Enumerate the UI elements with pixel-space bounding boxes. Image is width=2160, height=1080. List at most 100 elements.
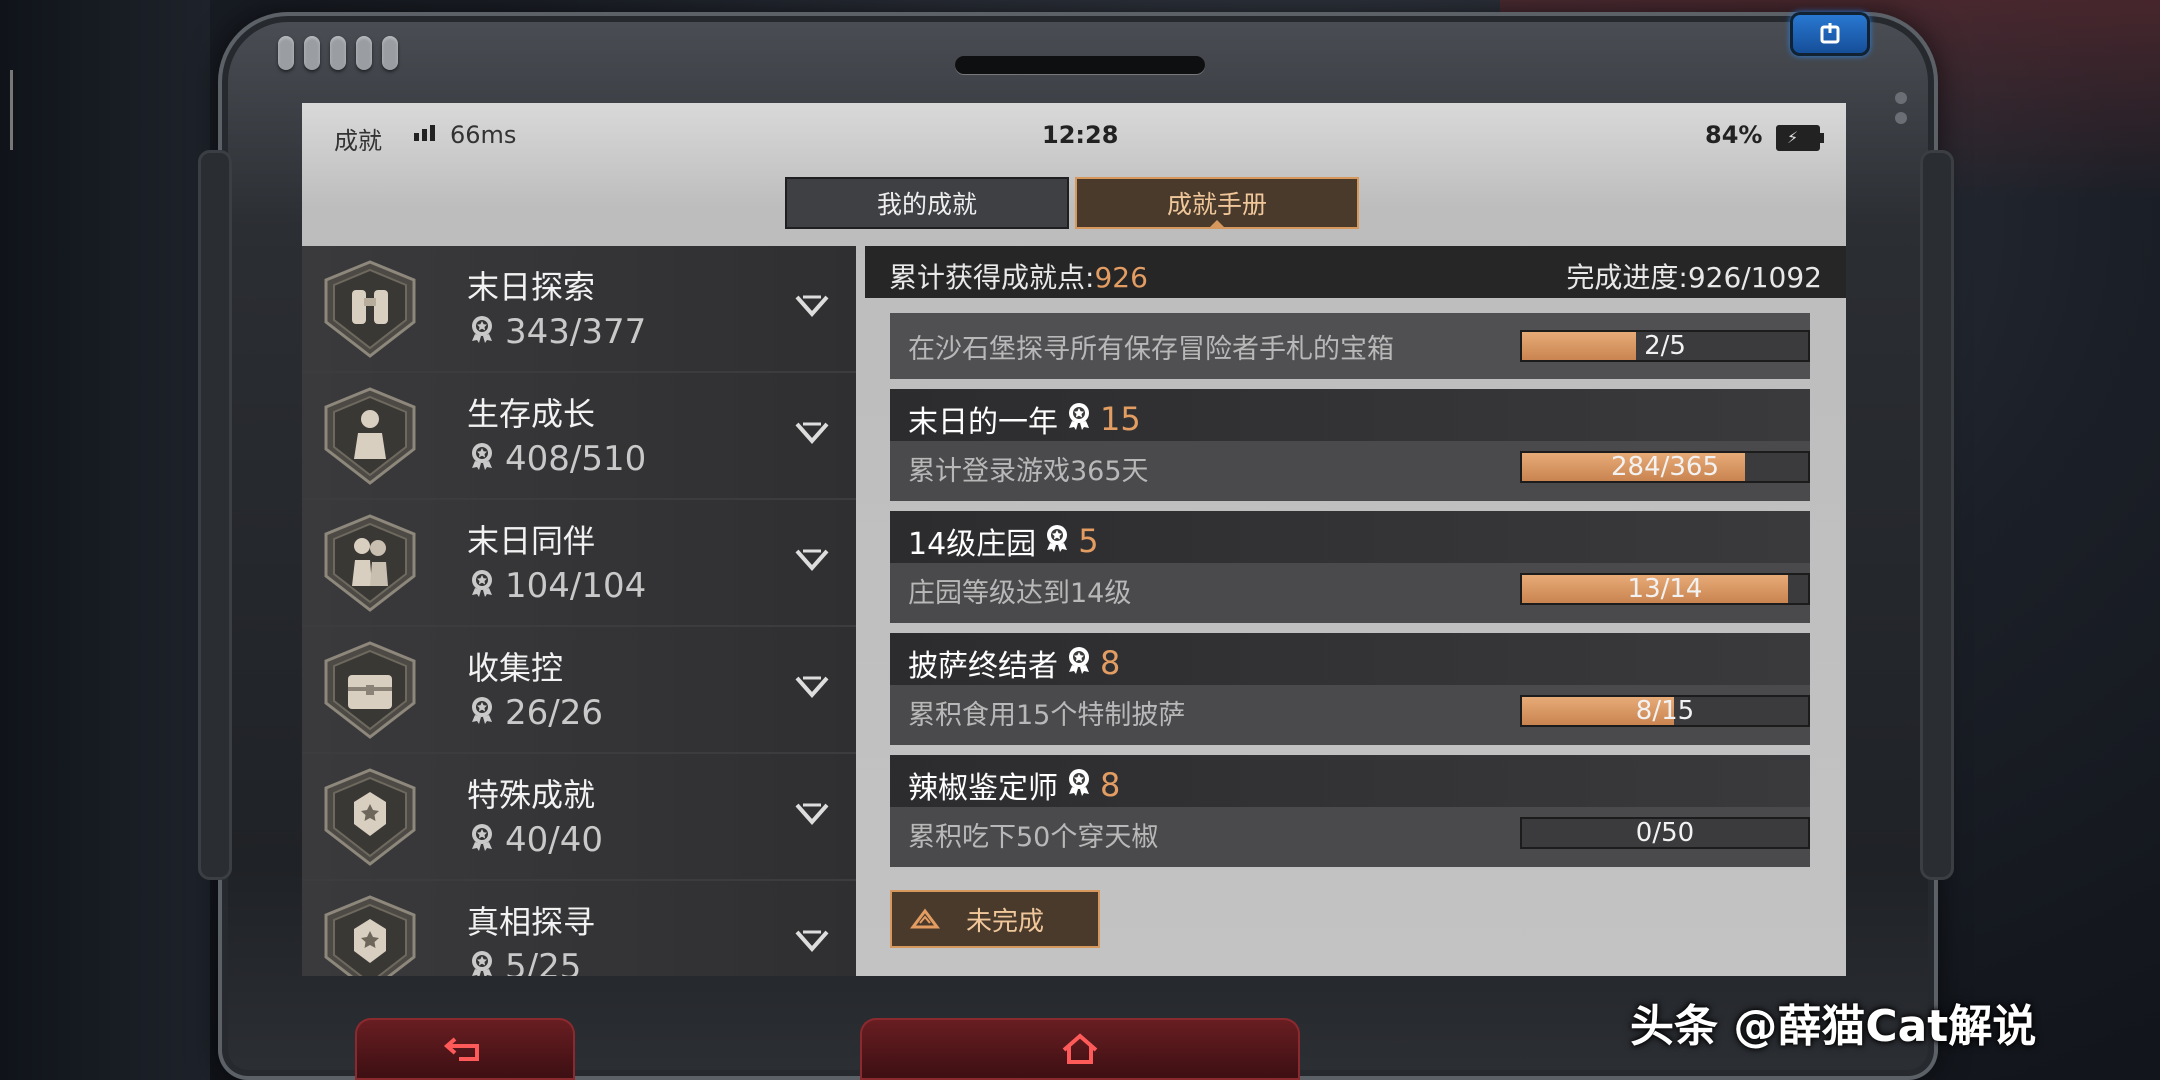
points-label: 累计获得成就点: bbox=[889, 261, 1095, 294]
achievement-title: 末日的一年 bbox=[908, 405, 1058, 440]
achievement-card: 辣椒鉴定师 8 累积吃下50个穿天椒 0/50 bbox=[890, 755, 1810, 867]
achievement-desc: 累计登录游戏365天 bbox=[908, 456, 1149, 487]
power-button[interactable] bbox=[1790, 12, 1870, 56]
category-item[interactable]: 真相探寻 5/25 bbox=[302, 881, 856, 976]
medal-icon bbox=[467, 439, 497, 479]
progress-bar: 0/50 bbox=[1520, 817, 1810, 849]
earpiece bbox=[955, 56, 1205, 74]
background-line bbox=[10, 70, 13, 150]
progress-text: 8/15 bbox=[1635, 696, 1695, 726]
chevron-down-icon[interactable] bbox=[794, 800, 830, 828]
category-item[interactable]: 生存成长 408/510 bbox=[302, 373, 856, 500]
completion-summary: 完成进度:926/1092 bbox=[1566, 256, 1822, 296]
star-shield-emblem-icon bbox=[320, 768, 420, 866]
progress-bar: 13/14 bbox=[1520, 573, 1810, 605]
progress-text: 0/50 bbox=[1635, 818, 1695, 848]
progress-bar: 284/365 bbox=[1520, 451, 1810, 483]
medal-icon bbox=[467, 820, 497, 860]
category-progress: 343/377 bbox=[467, 312, 646, 352]
achievement-header: 14级庄园 5 bbox=[890, 511, 1810, 563]
achievement-card: 披萨终结者 8 累积食用15个特制披萨 8/15 bbox=[890, 633, 1810, 745]
category-item[interactable]: 末日同伴 104/104 bbox=[302, 500, 856, 627]
incomplete-filter-button[interactable]: 未完成 bbox=[890, 890, 1100, 948]
clock: 12:28 bbox=[1042, 121, 1119, 149]
achievement-header: 末日的一年 15 bbox=[890, 389, 1810, 441]
battery-icon: ⚡ bbox=[1776, 125, 1824, 151]
achievement-header: 辣椒鉴定师 8 bbox=[890, 755, 1810, 807]
tab-achievement-handbook[interactable]: 成就手册 bbox=[1075, 177, 1359, 229]
medal-icon bbox=[1064, 644, 1094, 682]
achievement-card: 在沙石堡探寻所有保存冒险者手札的宝箱 2/5 bbox=[890, 313, 1810, 379]
chevron-down-icon[interactable] bbox=[794, 927, 830, 955]
category-progress: 408/510 bbox=[467, 439, 646, 479]
medal-icon bbox=[1064, 400, 1094, 438]
chest-emblem-icon bbox=[320, 641, 420, 739]
completion-label: 完成进度: bbox=[1566, 261, 1688, 294]
category-progress-value: 40/40 bbox=[505, 820, 603, 860]
companions-emblem-icon bbox=[320, 514, 420, 612]
watermark: 头条 @薛猫Cat解说 bbox=[1630, 1001, 2037, 1052]
achievement-header: 披萨终结者 8 bbox=[890, 633, 1810, 685]
category-progress-value: 5/25 bbox=[505, 947, 582, 976]
category-item[interactable]: 收集控 26/26 bbox=[302, 627, 856, 754]
tab-my-achievements[interactable]: 我的成就 bbox=[785, 177, 1069, 229]
category-progress-value: 26/26 bbox=[505, 693, 603, 733]
category-progress-value: 104/104 bbox=[505, 566, 647, 606]
chevron-down-icon[interactable] bbox=[794, 673, 830, 701]
frame-dots bbox=[1895, 92, 1907, 124]
category-progress: 5/25 bbox=[467, 947, 581, 976]
battery-percent: 84% bbox=[1705, 121, 1763, 149]
medal-icon bbox=[1064, 766, 1094, 804]
category-item[interactable]: 特殊成就 40/40 bbox=[302, 754, 856, 881]
achievement-title-row: 辣椒鉴定师 8 bbox=[908, 763, 1120, 807]
power-icon bbox=[1820, 23, 1840, 44]
survivor-emblem-icon bbox=[320, 387, 420, 485]
medal-icon bbox=[467, 947, 497, 976]
back-arrow-icon bbox=[443, 1037, 479, 1061]
binoculars-emblem-icon bbox=[320, 260, 420, 358]
category-progress-value: 408/510 bbox=[505, 439, 647, 479]
chevron-down-icon[interactable] bbox=[794, 292, 830, 320]
status-title: 成就 bbox=[334, 127, 382, 155]
medal-icon bbox=[1042, 522, 1072, 560]
achievement-list: 在沙石堡探寻所有保存冒险者手札的宝箱 2/5 末日的一年 15 累计登录游戏365天 28… bbox=[890, 313, 1810, 877]
medal-icon bbox=[467, 566, 497, 606]
status-bar: 成就 66ms 12:28 84% ⚡ bbox=[302, 103, 1846, 173]
achievement-points: 8 bbox=[1100, 766, 1121, 804]
home-button[interactable] bbox=[860, 1018, 1300, 1080]
medal-icon bbox=[467, 312, 497, 352]
tab-bar: 我的成就 成就手册 bbox=[785, 177, 1359, 229]
completion-value: 926/1092 bbox=[1687, 261, 1822, 294]
category-name: 收集控 bbox=[467, 649, 564, 687]
star-shield-emblem-icon bbox=[320, 895, 420, 976]
category-list: 末日探索 343/377 生存成长 408/510 末日同伴 104/104 收集控 26/2… bbox=[302, 246, 856, 976]
medal-icon bbox=[467, 693, 497, 733]
chevron-down-icon[interactable] bbox=[794, 546, 830, 574]
achievement-desc: 累积食用15个特制披萨 bbox=[908, 700, 1186, 731]
progress-bar: 8/15 bbox=[1520, 695, 1810, 727]
category-progress: 40/40 bbox=[467, 820, 603, 860]
category-progress: 26/26 bbox=[467, 693, 603, 733]
achievement-card: 14级庄园 5 庄园等级达到14级 13/14 bbox=[890, 511, 1810, 623]
ping-text: 66ms bbox=[450, 121, 517, 149]
phone-screen: 成就 66ms 12:28 84% ⚡ 我的成就 成就手册 末日探索 343/37… bbox=[302, 103, 1846, 976]
achievement-desc: 在沙石堡探寻所有保存冒险者手札的宝箱 bbox=[908, 334, 1394, 365]
background-left bbox=[0, 0, 210, 1080]
chevron-down-icon[interactable] bbox=[794, 419, 830, 447]
achievement-title: 披萨终结者 bbox=[908, 649, 1058, 684]
category-name: 末日探索 bbox=[467, 268, 596, 306]
achievement-title-row: 14级庄园 5 bbox=[908, 519, 1099, 563]
back-button[interactable] bbox=[355, 1018, 575, 1080]
achievement-title-row: 末日的一年 15 bbox=[908, 397, 1141, 441]
frame-side-right bbox=[1920, 150, 1954, 880]
signal-icon bbox=[414, 125, 435, 141]
category-item[interactable]: 末日探索 343/377 bbox=[302, 246, 856, 373]
points-summary: 累计获得成就点:926 bbox=[889, 256, 1148, 296]
achievement-desc: 累积吃下50个穿天椒 bbox=[908, 822, 1159, 853]
achievement-title: 14级庄园 bbox=[908, 527, 1037, 562]
achievement-title-row: 披萨终结者 8 bbox=[908, 641, 1120, 685]
warning-triangle-icon bbox=[910, 908, 940, 929]
progress-text: 284/365 bbox=[1610, 452, 1719, 482]
category-name: 末日同伴 bbox=[467, 522, 596, 560]
achievement-card: 末日的一年 15 累计登录游戏365天 284/365 bbox=[890, 389, 1810, 501]
